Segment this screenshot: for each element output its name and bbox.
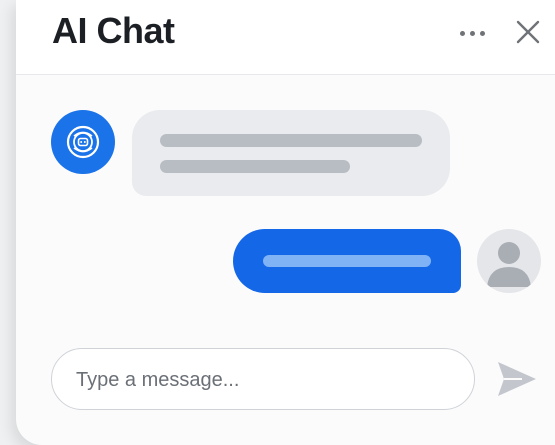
bot-message-bubble (132, 110, 450, 196)
more-options-dot (469, 30, 475, 36)
more-options-dot (479, 30, 485, 36)
message-placeholder-line (160, 134, 422, 147)
more-options-button[interactable] (450, 18, 494, 48)
user-icon (487, 242, 531, 287)
bot-avatar (51, 110, 115, 174)
message-input-placeholder: Type a message... (76, 369, 240, 391)
send-button[interactable] (492, 354, 540, 404)
more-options-icon (459, 30, 465, 36)
chat-title: AI Chat (52, 10, 175, 51)
user-avatar (477, 229, 541, 293)
message-input[interactable]: Type a message... (51, 348, 475, 410)
message-placeholder-line (160, 160, 350, 173)
chat-header: AI Chat (16, 0, 555, 75)
user-message-bubble (233, 229, 461, 293)
message-placeholder-line (263, 255, 431, 267)
send-icon (498, 362, 536, 396)
ai-bot-icon (66, 125, 100, 159)
chat-window: AI Chat Type a message... (16, 0, 555, 445)
close-button[interactable] (508, 12, 548, 52)
close-icon (516, 20, 540, 44)
